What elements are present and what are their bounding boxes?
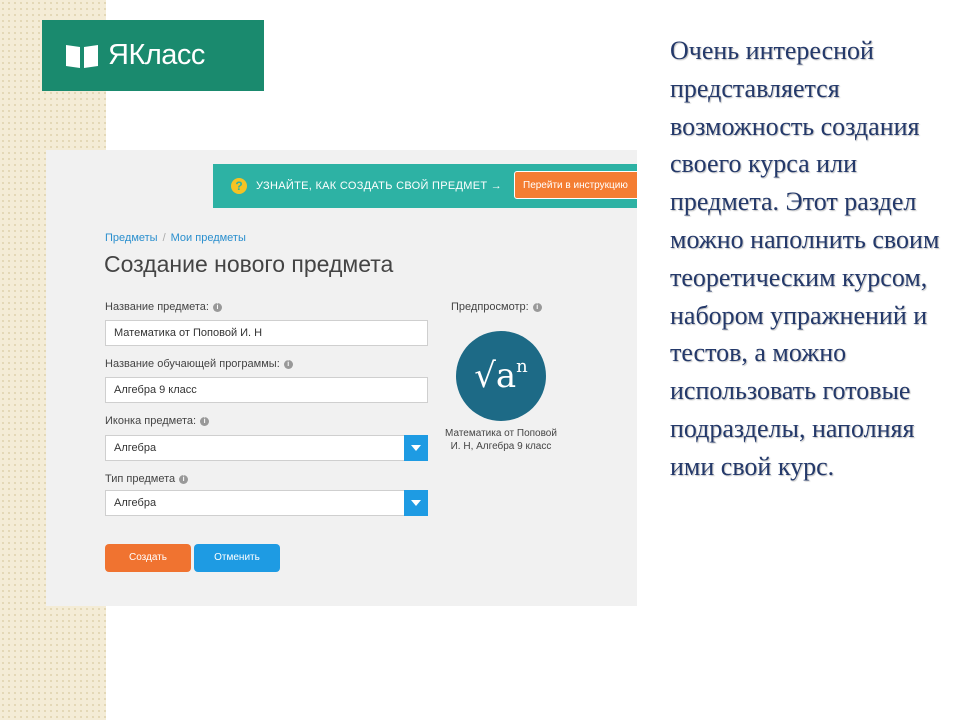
subject-name-input[interactable]: Математика от Поповой И. Н [105,320,428,346]
logo-text: ЯКласс [108,39,205,71]
page-title: Создание нового предмета [104,251,394,277]
chevron-down-icon[interactable] [404,435,428,461]
subject-name-label: Название предмета: i [105,301,222,313]
instruction-banner: ? УЗНАЙТЕ, КАК СОЗДАТЬ СВОЙ ПРЕДМЕТ → Пе… [213,164,637,208]
course-creation-screenshot: ? УЗНАЙТЕ, КАК СОЗДАТЬ СВОЙ ПРЕДМЕТ → Пе… [46,150,637,606]
subject-icon-select[interactable]: Алгебра [105,435,428,461]
create-button[interactable]: Создать [105,544,191,572]
subject-type-select-value: Алгебра [114,497,157,509]
preview-caption: Математика от Поповой И. Н, Алгебра 9 кл… [445,428,557,452]
breadcrumb-item-subjects[interactable]: Предметы [105,232,158,244]
chevron-down-icon[interactable] [404,490,428,516]
info-icon[interactable]: i [283,360,293,369]
cancel-button[interactable]: Отменить [194,544,280,572]
preview-symbol: √a [474,356,517,396]
banner-text: УЗНАЙТЕ, КАК СОЗДАТЬ СВОЙ ПРЕДМЕТ → [256,180,503,192]
subject-icon-label: Иконка предмета: i [105,415,210,427]
subject-preview-icon: √a n [456,331,546,421]
info-icon[interactable]: i [532,303,542,312]
breadcrumb-separator: / [162,232,166,244]
info-icon[interactable]: i [212,303,222,312]
slide-description-text: Очень интересной представляется возможно… [670,36,940,481]
info-icon[interactable]: i [200,417,210,426]
subject-type-select[interactable]: Алгебра [105,490,428,516]
subject-icon-select-value: Алгебра [114,442,157,454]
subject-type-label: Тип предмета i [105,473,189,485]
info-icon[interactable]: i [179,475,189,484]
preview-symbol-exponent: n [516,355,528,377]
preview-label: Предпросмотр: i [451,301,542,313]
question-icon: ? [231,178,247,194]
yaklass-logo[interactable]: ЯКласс [42,20,264,91]
book-icon [66,44,98,68]
breadcrumb: Предметы / Мои предметы [105,232,246,244]
program-name-label: Название обучающей программы: i [105,358,293,370]
go-to-instruction-button[interactable]: Перейти в инструкцию [514,171,637,199]
breadcrumb-item-my-subjects[interactable]: Мои предметы [171,232,246,244]
program-name-input[interactable]: Алгебра 9 класс [105,377,428,403]
